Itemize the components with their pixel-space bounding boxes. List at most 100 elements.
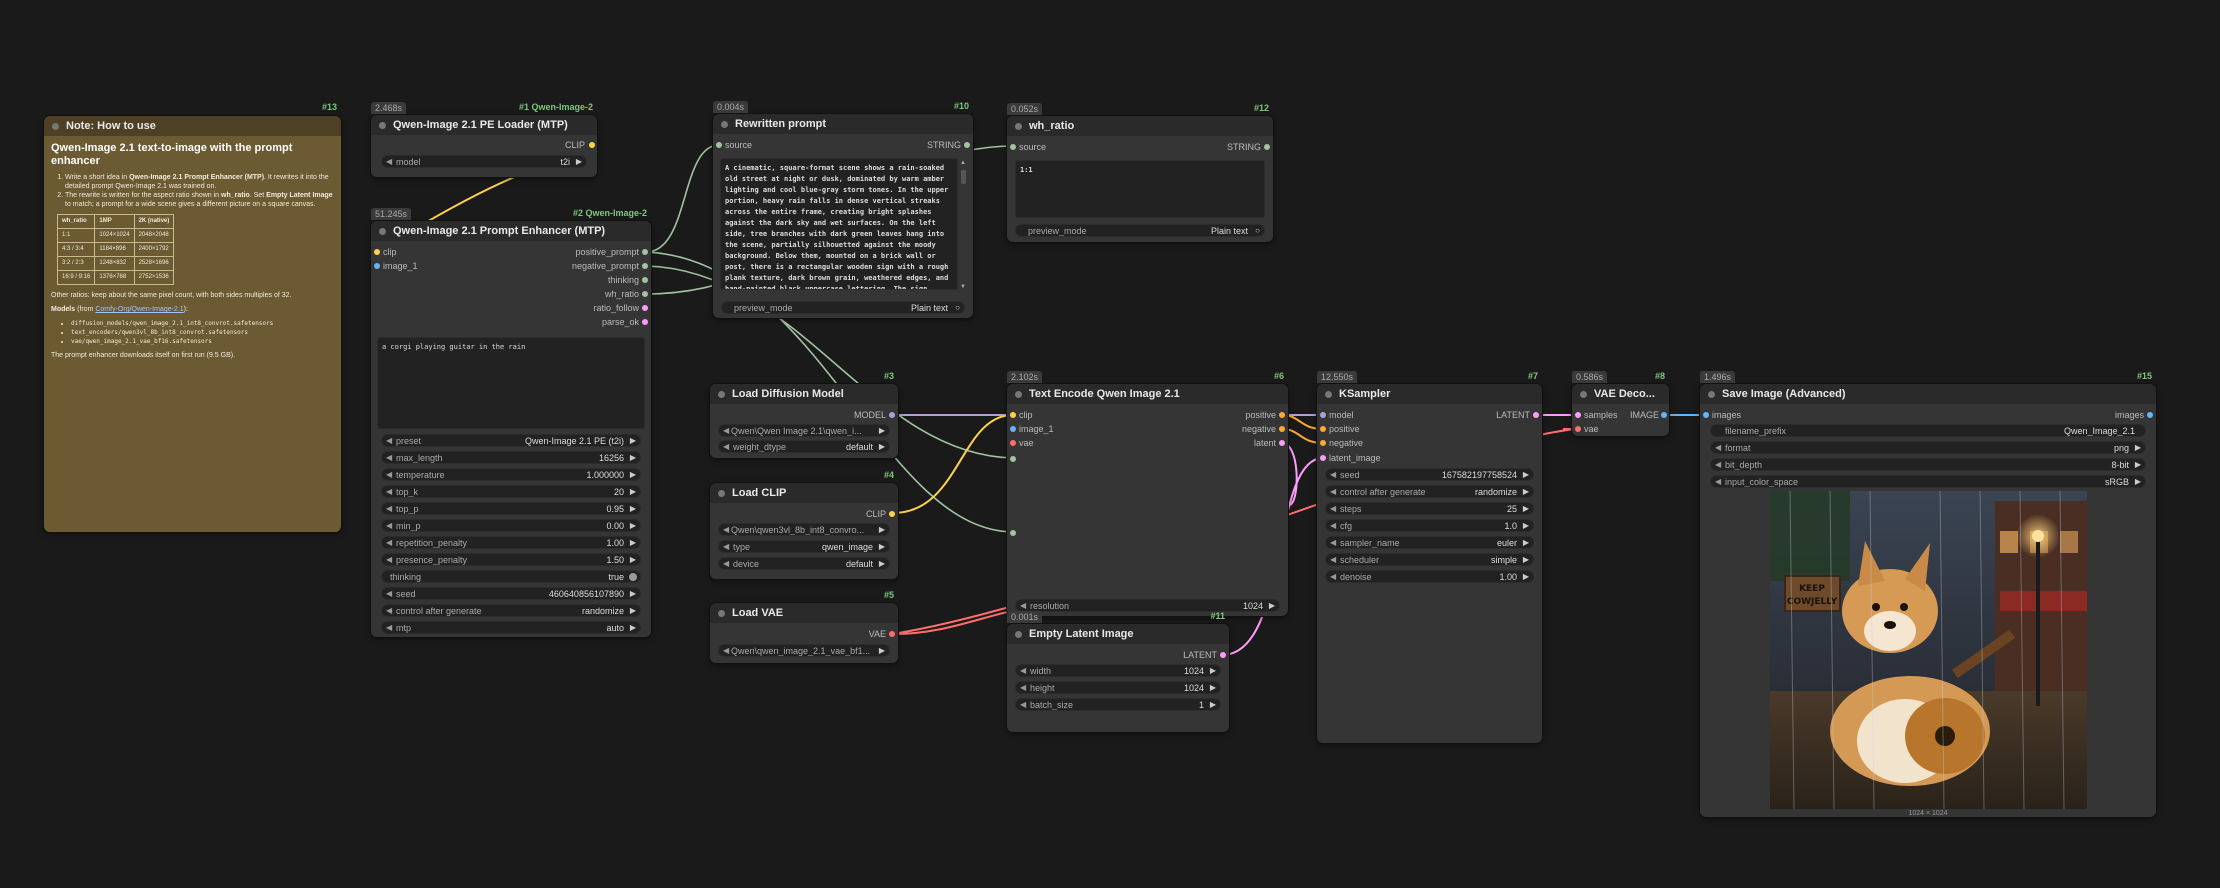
control-after-generate-select[interactable]: ◀ control after generate randomize ▶	[381, 604, 641, 617]
input-socket-positive[interactable]	[1320, 426, 1326, 432]
vae-name-select[interactable]: ◀ Qwen\qwen_image_2.1_vae_bf1... ▶	[718, 644, 890, 657]
scroll-up-icon[interactable]: ▲	[960, 160, 966, 166]
input-socket-latent[interactable]	[1320, 455, 1326, 461]
output-clip[interactable]: CLIP	[866, 509, 886, 521]
clip-name-select[interactable]: ◀ Qwen\qwen3vl_8b_int8_convro... ▶	[718, 523, 890, 536]
top-p-input[interactable]: ◀ top_p 0.95 ▶	[381, 502, 641, 515]
input-negative[interactable]: negative	[1329, 438, 1363, 450]
output-socket[interactable]	[1279, 412, 1285, 418]
node-title[interactable]: Text Encode Qwen Image 2.1	[1007, 384, 1288, 404]
output-images[interactable]: images	[2115, 410, 2144, 422]
height-input[interactable]: ◀ height 1024 ▶	[1015, 681, 1221, 694]
seed-input[interactable]: ◀ seed 167582197758524 ▶	[1325, 468, 1534, 481]
filename-prefix-input[interactable]: filename_prefix Qwen_Image_2.1	[1710, 424, 2146, 437]
output-thinking[interactable]: thinking	[608, 275, 639, 287]
output-string[interactable]: STRING	[1227, 142, 1261, 154]
output-socket[interactable]	[1279, 426, 1285, 432]
output-parse-ok[interactable]: parse_ok	[602, 317, 639, 329]
node-title[interactable]: VAE Deco...	[1572, 384, 1669, 404]
mtp-select[interactable]: ◀ mtp auto ▶	[381, 621, 641, 634]
batch-size-input[interactable]: ◀ batch_size 1 ▶	[1015, 698, 1221, 711]
output-latent[interactable]: LATENT	[1183, 650, 1217, 662]
temperature-input[interactable]: ◀ temperature 1.000000 ▶	[381, 468, 641, 481]
scrollbar[interactable]	[961, 170, 966, 184]
denoise-input[interactable]: ◀ denoise 1.00 ▶	[1325, 570, 1534, 583]
output-socket[interactable]	[889, 631, 895, 637]
output-latent[interactable]: LATENT	[1496, 410, 1530, 422]
node-title[interactable]: Rewritten prompt	[713, 114, 973, 134]
output-vae[interactable]: VAE	[869, 629, 886, 641]
scroll-down-icon[interactable]: ▼	[960, 284, 966, 290]
output-socket[interactable]	[642, 305, 648, 311]
weight-dtype-select[interactable]: ◀ weight_dtype default ▶	[718, 440, 890, 453]
input-vae[interactable]: vae	[1019, 438, 1034, 450]
input-image-1[interactable]: image_1	[1019, 424, 1054, 436]
output-socket[interactable]	[889, 511, 895, 517]
collapse-dot-icon[interactable]	[1015, 391, 1022, 398]
width-input[interactable]: ◀ width 1024 ▶	[1015, 664, 1221, 677]
output-clip[interactable]: CLIP	[565, 140, 585, 152]
input-latent-image[interactable]: latent_image	[1329, 453, 1381, 465]
control-after-generate-select[interactable]: ◀ control after generate randomize ▶	[1325, 485, 1534, 498]
vae-decode-node[interactable]: 0.586s #8 VAE Deco... samples vae IMAGE	[1572, 371, 1669, 436]
node-title[interactable]: Load VAE	[710, 603, 898, 623]
output-socket[interactable]	[642, 319, 648, 325]
input-source[interactable]: source	[1019, 142, 1046, 154]
unet-name-select[interactable]: ◀ Qwen\Qwen Image 2.1\qwen_i... ▶	[718, 424, 890, 437]
input-socket-negative[interactable]	[1320, 440, 1326, 446]
output-positive[interactable]: positive	[1245, 410, 1276, 422]
collapse-dot-icon[interactable]	[1580, 391, 1587, 398]
text-encode-node[interactable]: 2.102s #6 Text Encode Qwen Image 2.1 cli…	[1007, 371, 1288, 616]
input-samples[interactable]: samples	[1584, 410, 1618, 422]
collapse-dot-icon[interactable]	[1015, 123, 1022, 130]
output-socket[interactable]	[642, 263, 648, 269]
scheduler-select[interactable]: ◀ scheduler simple ▶	[1325, 553, 1534, 566]
input-socket-source[interactable]	[1010, 144, 1016, 150]
prompt-enhancer-node[interactable]: 51.245s #2 Qwen-Image-2 Qwen-Image 2.1 P…	[371, 208, 651, 637]
output-socket[interactable]	[889, 412, 895, 418]
input-model[interactable]: model	[1329, 410, 1354, 422]
min-p-input[interactable]: ◀ min_p 0.00 ▶	[381, 519, 641, 532]
bit-depth-select[interactable]: ◀ bit_depth 8-bit ▶	[1710, 458, 2146, 471]
model-select[interactable]: ◀ model t2i ▶	[381, 155, 587, 168]
rewritten-prompt-node[interactable]: 0.004s #10 Rewritten prompt source STRIN…	[713, 101, 973, 318]
output-socket[interactable]	[2147, 412, 2153, 418]
input-socket-vae[interactable]	[1575, 426, 1581, 432]
models-link[interactable]: Comfy-Org/Qwen-Image-2.1	[95, 306, 183, 313]
node-title[interactable]: Qwen-Image 2.1 PE Loader (MTP)	[371, 115, 597, 135]
save-image-node[interactable]: 1.496s #15 Save Image (Advanced) images …	[1700, 371, 2156, 817]
output-model[interactable]: MODEL	[854, 410, 886, 422]
collapse-dot-icon[interactable]	[718, 610, 725, 617]
collapse-dot-icon[interactable]	[1708, 391, 1715, 398]
output-image[interactable]: IMAGE	[1630, 410, 1659, 422]
input-image-1[interactable]: image_1	[383, 261, 418, 273]
node-title[interactable]: Qwen-Image 2.1 Prompt Enhancer (MTP)	[371, 221, 651, 241]
collapse-dot-icon[interactable]	[718, 490, 725, 497]
ksampler-node[interactable]: 12.550s #7 KSampler model positive negat…	[1317, 371, 1542, 743]
node-title[interactable]: Empty Latent Image	[1007, 624, 1229, 644]
node-title[interactable]: wh_ratio	[1007, 116, 1273, 136]
input-positive[interactable]: positive	[1329, 424, 1360, 436]
node-title[interactable]: Load CLIP	[710, 483, 898, 503]
input-socket-clip[interactable]	[1010, 412, 1016, 418]
resolution-input[interactable]: ◀ resolution 1024 ▶	[1015, 599, 1280, 612]
output-socket[interactable]	[1279, 440, 1285, 446]
input-images[interactable]: images	[1712, 410, 1741, 422]
preview-mode-select[interactable]: preview_mode Plain text ○	[721, 301, 965, 314]
input-socket-vae[interactable]	[1010, 440, 1016, 446]
output-socket[interactable]	[642, 277, 648, 283]
input-clip[interactable]: clip	[383, 247, 397, 259]
node-title[interactable]: KSampler	[1317, 384, 1542, 404]
pe-loader-node[interactable]: 2.468s #1 Qwen-Image-2 Qwen-Image 2.1 PE…	[371, 102, 597, 177]
output-socket[interactable]	[1220, 652, 1226, 658]
output-socket[interactable]	[964, 142, 970, 148]
input-socket-text[interactable]	[1010, 456, 1016, 462]
top-k-input[interactable]: ◀ top_k 20 ▶	[381, 485, 641, 498]
input-socket-images[interactable]	[1703, 412, 1709, 418]
load-diffusion-model-node[interactable]: #3 Load Diffusion Model MODEL ◀ Qwen\Qwen…	[710, 371, 898, 458]
output-negative[interactable]: negative	[1242, 424, 1276, 436]
load-vae-node[interactable]: #5 Load VAE VAE ◀ Qwen\qwen_image_2.1_vae…	[710, 590, 898, 663]
wh-ratio-node[interactable]: 0.052s #12 wh_ratio source STRING 1:1 pr…	[1007, 103, 1273, 242]
preset-select[interactable]: ◀ preset Qwen-Image 2.1 PE (t2i) ▶	[381, 434, 641, 447]
output-string[interactable]: STRING	[927, 140, 961, 152]
